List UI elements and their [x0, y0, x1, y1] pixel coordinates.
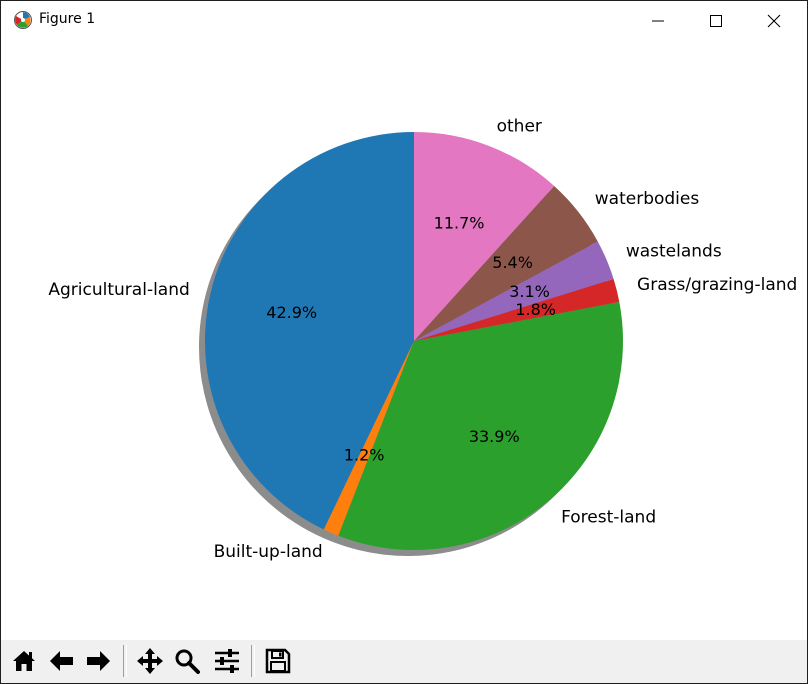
pie-label-grass-grazing-land: Grass/grazing-land	[637, 275, 797, 295]
magnifier-icon	[175, 649, 200, 674]
floppy-disk-icon	[265, 648, 291, 674]
pie-label-agricultural-land: Agricultural-land	[48, 280, 189, 300]
maximize-button[interactable]	[687, 1, 745, 40]
title-bar: Figure 1	[1, 1, 807, 40]
home-button[interactable]	[8, 644, 40, 678]
forward-button[interactable]	[82, 644, 114, 678]
maximize-icon	[710, 15, 722, 27]
pie-label-other: other	[497, 116, 542, 136]
pie-label-wastelands: wastelands	[626, 242, 722, 262]
pie-percent-waterbodies: 5.4%	[492, 253, 533, 272]
pan-button[interactable]	[134, 644, 166, 678]
pie-percent-grass-grazing-land: 1.8%	[515, 300, 556, 319]
navigation-toolbar	[1, 640, 807, 683]
toolbar-separator	[251, 645, 255, 677]
matplotlib-icon	[13, 10, 33, 30]
plot-canvas[interactable]: Agricultural-land Built-up-land Forest-lan…	[1, 40, 807, 640]
minimize-button[interactable]	[629, 1, 687, 40]
pie-label-forest-land: Forest-land	[561, 508, 656, 528]
pie-percent-built-up-land: 1.2%	[344, 446, 385, 465]
zoom-button[interactable]	[171, 644, 203, 678]
configure-subplots-button[interactable]	[211, 644, 243, 678]
pie-percent-other: 11.7%	[434, 213, 485, 232]
pie-percent-forest-land: 33.9%	[469, 427, 520, 446]
figure-window: Figure 1 Agricultural-land Built-up-land F…	[0, 0, 808, 684]
back-button[interactable]	[46, 644, 78, 678]
pie-label-waterbodies: waterbodies	[595, 189, 700, 209]
close-button[interactable]	[745, 1, 803, 40]
arrow-left-icon	[50, 651, 73, 671]
pie-wedges	[205, 132, 624, 550]
arrow-right-icon	[87, 651, 110, 671]
pie-percent-wastelands: 3.1%	[509, 282, 550, 301]
sliders-icon	[215, 649, 239, 673]
pie-chart: Agricultural-land Built-up-land Forest-lan…	[48, 116, 797, 562]
pie-percent-agricultural-land: 42.9%	[266, 303, 317, 322]
window-title: Figure 1	[39, 11, 96, 27]
toolbar-separator	[123, 645, 127, 677]
home-icon	[13, 651, 35, 671]
close-icon	[767, 14, 781, 28]
move-icon	[137, 648, 163, 674]
pie-label-built-up-land: Built-up-land	[214, 542, 323, 562]
save-button[interactable]	[262, 644, 294, 678]
minimize-icon	[652, 20, 664, 22]
